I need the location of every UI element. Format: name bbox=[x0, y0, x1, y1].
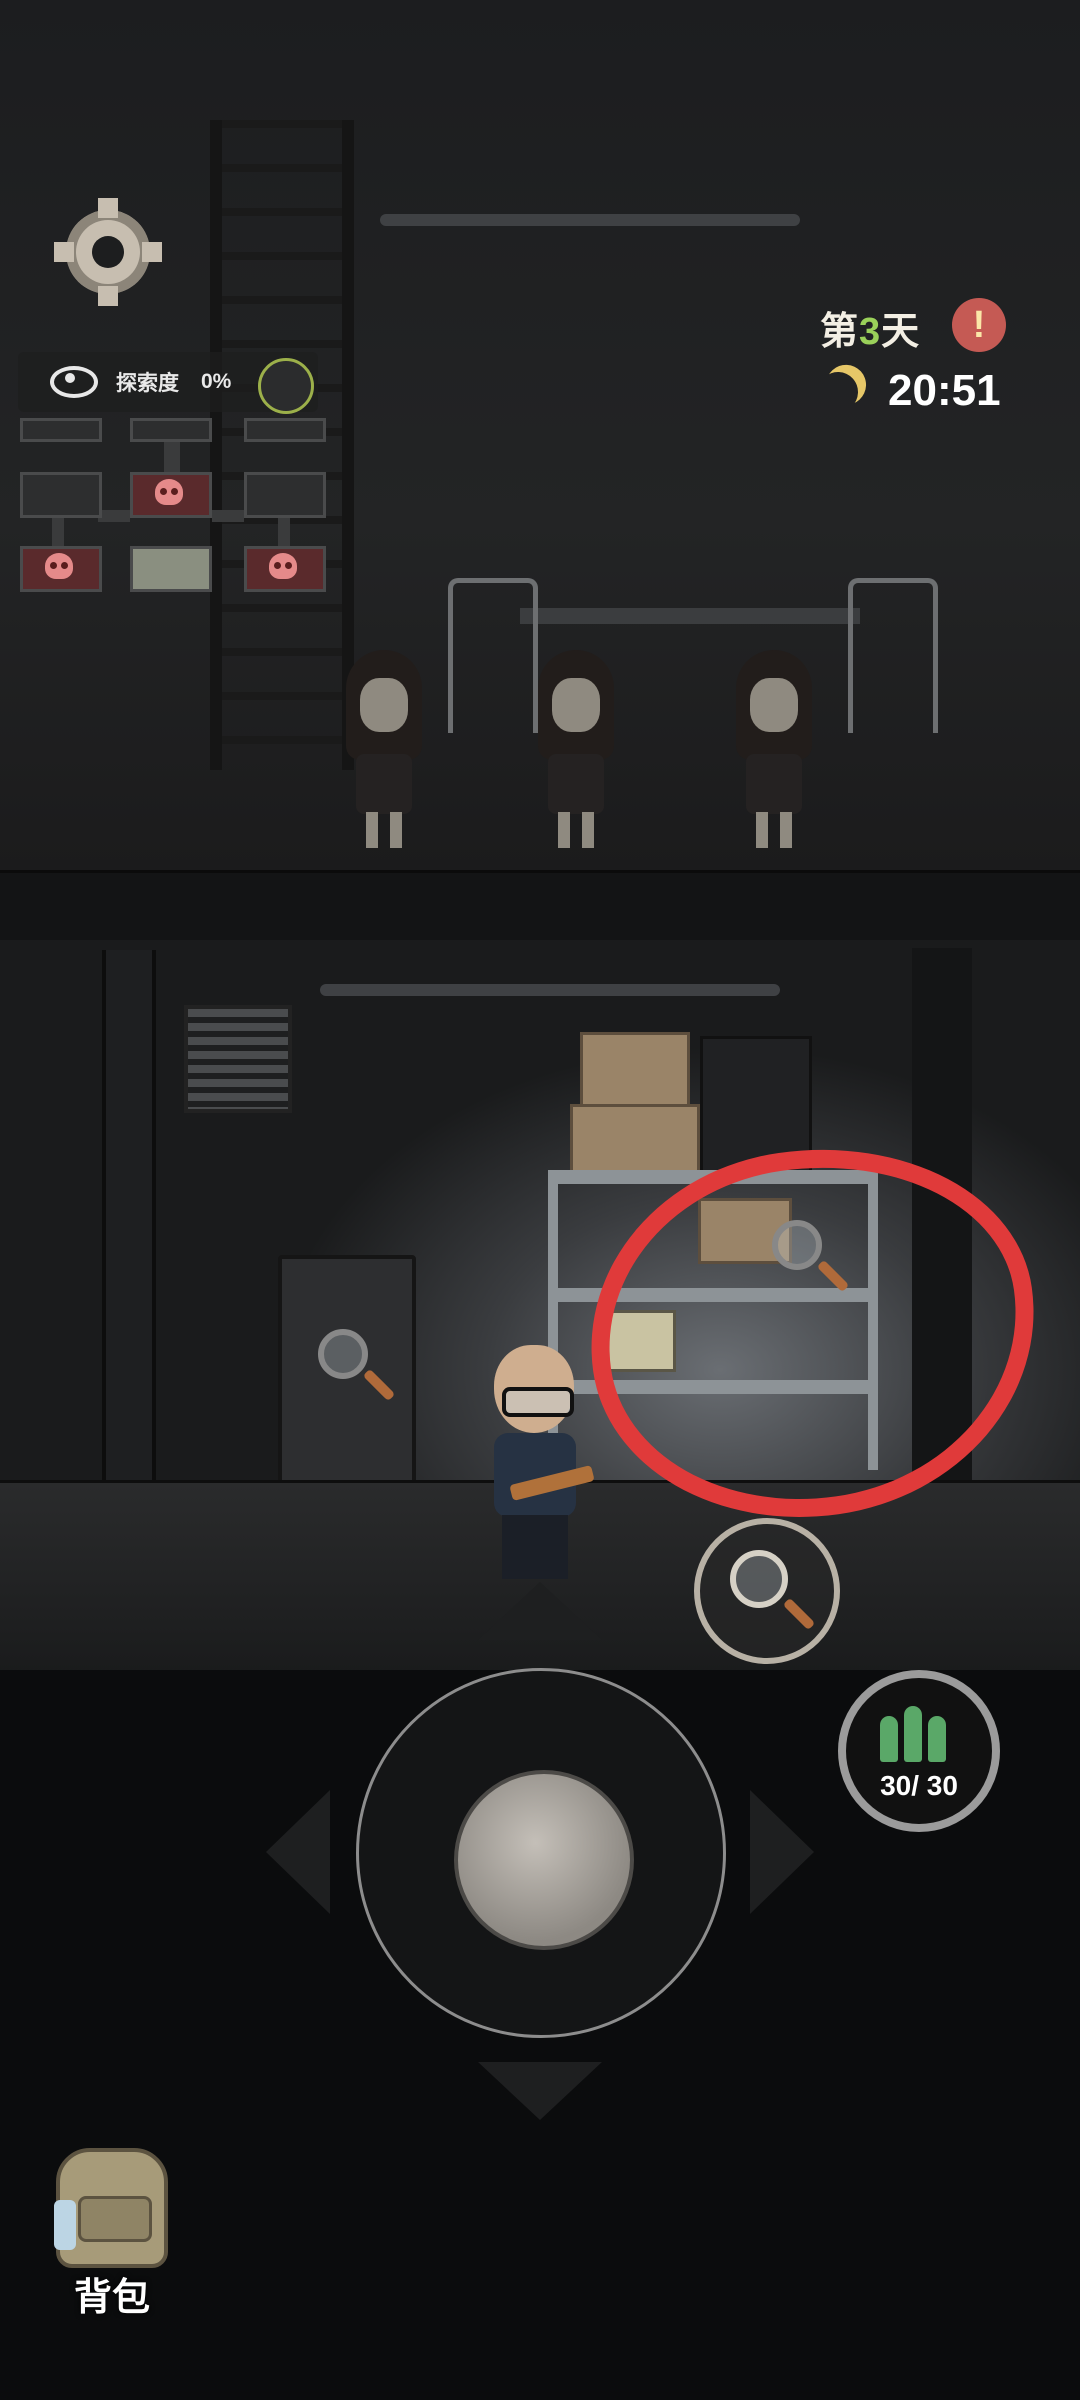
alert-icon[interactable]: ! bbox=[952, 298, 1006, 352]
bullet-icon bbox=[904, 1706, 922, 1762]
skull-icon bbox=[45, 553, 73, 579]
joystick-knob[interactable] bbox=[454, 1770, 634, 1950]
dpad-left-arrow bbox=[266, 1790, 330, 1914]
reload-ammo-button[interactable]: 30/ 30 bbox=[838, 1670, 1000, 1832]
minimap-room-enemy bbox=[244, 546, 326, 592]
ammo-count: 30/ 30 bbox=[880, 1770, 958, 1801]
backpack-button[interactable] bbox=[48, 2140, 168, 2270]
cardboard-box bbox=[580, 1032, 690, 1110]
ghost-enemy bbox=[338, 650, 428, 850]
exploration-percent: 0% bbox=[201, 370, 232, 393]
skull-icon bbox=[269, 553, 297, 579]
water-bottle-icon bbox=[54, 2200, 76, 2250]
ceiling-light bbox=[320, 984, 780, 996]
backpack-label[interactable]: 背包 bbox=[48, 2266, 176, 2321]
dpad-right-arrow bbox=[750, 1790, 814, 1914]
player-character bbox=[480, 1345, 595, 1585]
computer-case[interactable] bbox=[278, 1255, 416, 1503]
ceiling-light bbox=[380, 214, 800, 226]
dpad-up-arrow bbox=[478, 1582, 602, 1640]
day-counter: 第3天 bbox=[820, 311, 921, 353]
skull-icon bbox=[155, 479, 183, 505]
magnifier-icon[interactable] bbox=[318, 1329, 368, 1379]
pipe bbox=[102, 950, 156, 1480]
chair bbox=[448, 578, 538, 733]
minimap-room-enemy bbox=[130, 472, 212, 518]
bullet-icon bbox=[880, 1716, 898, 1762]
bullet-icon bbox=[928, 1716, 946, 1762]
exploration-label: 探索度 bbox=[116, 372, 179, 395]
search-button[interactable] bbox=[694, 1518, 840, 1664]
minimap[interactable] bbox=[18, 418, 328, 600]
settings-gear-icon[interactable] bbox=[54, 198, 162, 306]
chair bbox=[848, 578, 938, 733]
ghost-enemy bbox=[728, 650, 818, 850]
minimap-room-enemy bbox=[20, 546, 102, 592]
game-time: 20:51 bbox=[888, 366, 1001, 415]
cardboard-box bbox=[570, 1104, 700, 1176]
wall-vent bbox=[184, 1005, 292, 1113]
exit-icon[interactable] bbox=[258, 358, 314, 414]
minimap-room-current bbox=[130, 546, 212, 592]
dpad-down-arrow bbox=[478, 2062, 602, 2120]
ghost-enemy bbox=[530, 650, 620, 850]
magnifier-icon bbox=[730, 1550, 788, 1608]
eye-icon bbox=[50, 366, 98, 398]
table bbox=[520, 608, 860, 624]
floor-divider bbox=[0, 870, 1080, 946]
